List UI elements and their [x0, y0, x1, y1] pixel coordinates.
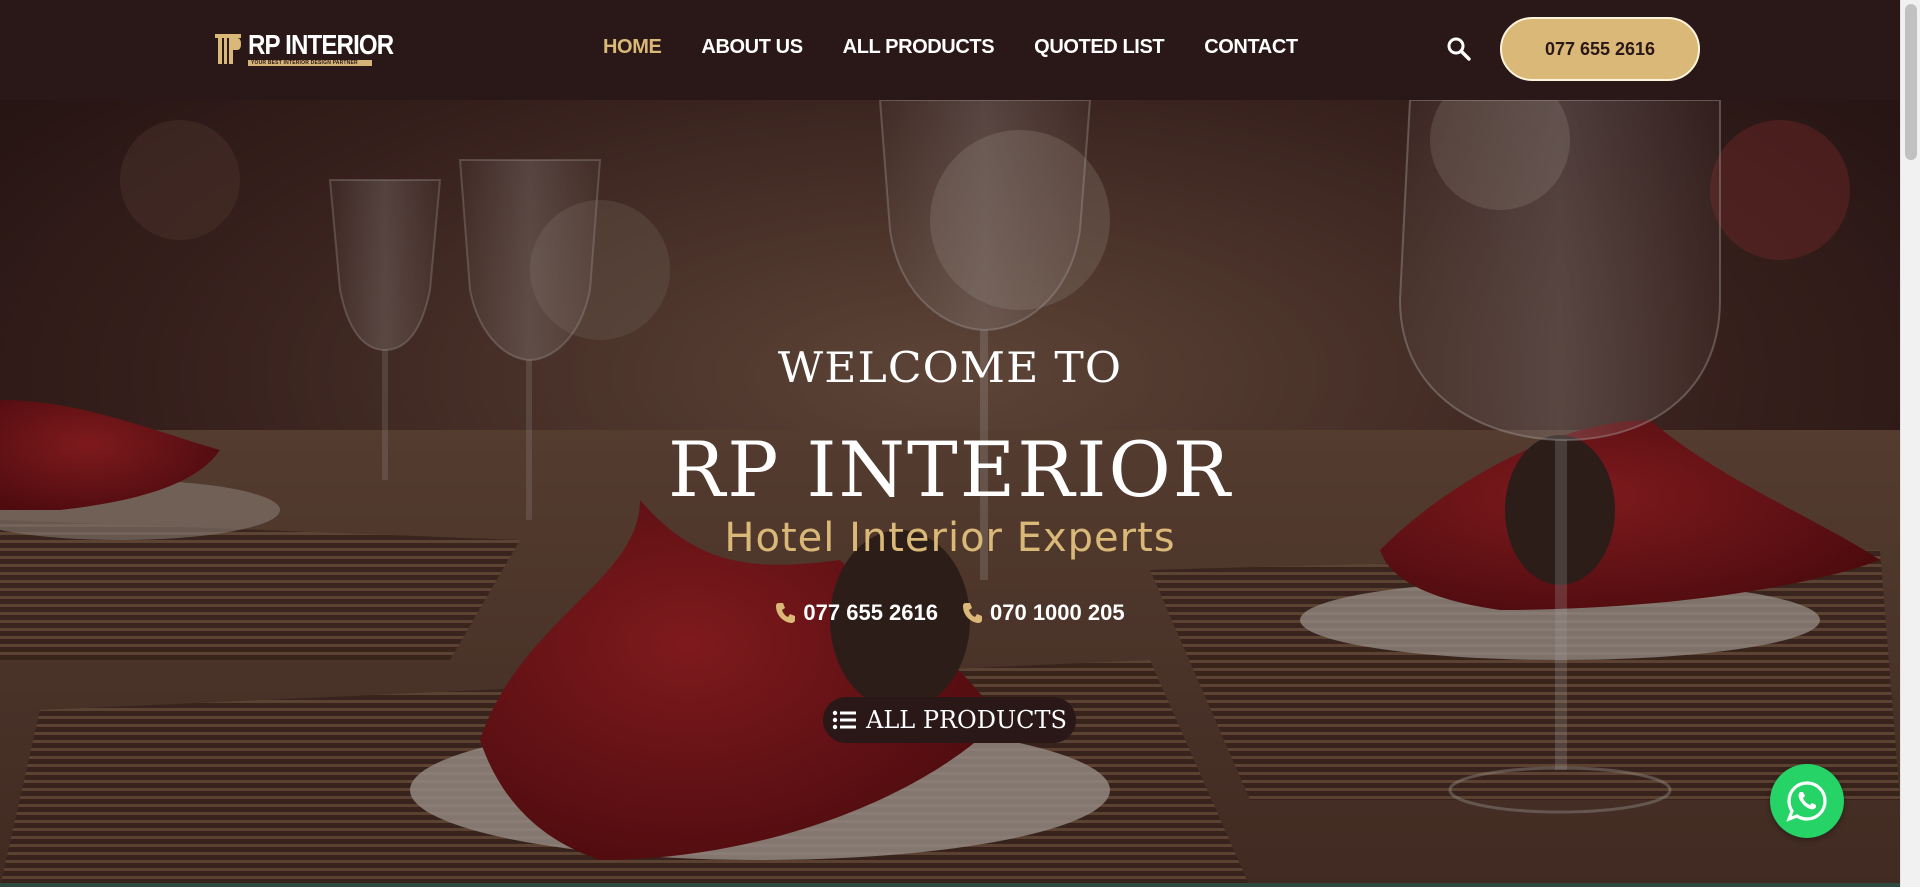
- bottom-strip: [0, 883, 1900, 887]
- nav-quoted-list[interactable]: QUOTED LIST: [1034, 36, 1164, 59]
- logo[interactable]: RP INTERIOR YOUR BEST INTERIOR DESIGN PA…: [214, 25, 394, 71]
- hero-subtitle: Hotel Interior Experts: [724, 515, 1176, 561]
- nav-contact[interactable]: CONTACT: [1204, 36, 1298, 59]
- hero-section: WELCOME TO RP INTERIOR Hotel Interior Ex…: [0, 100, 1900, 887]
- whatsapp-icon[interactable]: [1770, 764, 1844, 838]
- hero-phone-1[interactable]: 077 655 2616: [775, 600, 938, 626]
- hero-phones: 077 655 2616 070 1000 205: [0, 600, 1900, 626]
- nav-all-products[interactable]: ALL PRODUCTS: [843, 36, 995, 59]
- nav-about-us[interactable]: ABOUT US: [701, 36, 803, 59]
- hero-phone-1-text: 077 655 2616: [803, 600, 938, 625]
- hero-phone-2-text: 070 1000 205: [990, 600, 1125, 625]
- all-products-button[interactable]: ALL PRODUCTS: [823, 697, 1076, 743]
- hero-phone-2[interactable]: 070 1000 205: [962, 600, 1125, 626]
- header-phone-button[interactable]: 077 655 2616: [1500, 17, 1700, 81]
- nav-home[interactable]: HOME: [603, 36, 662, 59]
- phone-icon: [776, 603, 796, 623]
- phone-icon: [963, 603, 982, 623]
- logo-text: RP INTERIOR: [248, 29, 394, 60]
- main-nav: HOME ABOUT US ALL PRODUCTS QUOTED LIST C…: [603, 36, 1338, 59]
- page-scrollbar[interactable]: [1900, 0, 1920, 887]
- hero-welcome: WELCOME TO: [777, 343, 1123, 392]
- site-header: RP INTERIOR YOUR BEST INTERIOR DESIGN PA…: [0, 0, 1900, 100]
- logo-tagline: YOUR BEST INTERIOR DESIGN PARTNER: [248, 60, 372, 66]
- logo-pillar-icon: [214, 28, 242, 68]
- hero-title: RP INTERIOR: [668, 425, 1232, 514]
- scrollbar-thumb[interactable]: [1905, 4, 1917, 160]
- list-icon: [832, 710, 856, 730]
- search-icon[interactable]: [1446, 36, 1472, 62]
- all-products-button-label: ALL PRODUCTS: [865, 706, 1067, 734]
